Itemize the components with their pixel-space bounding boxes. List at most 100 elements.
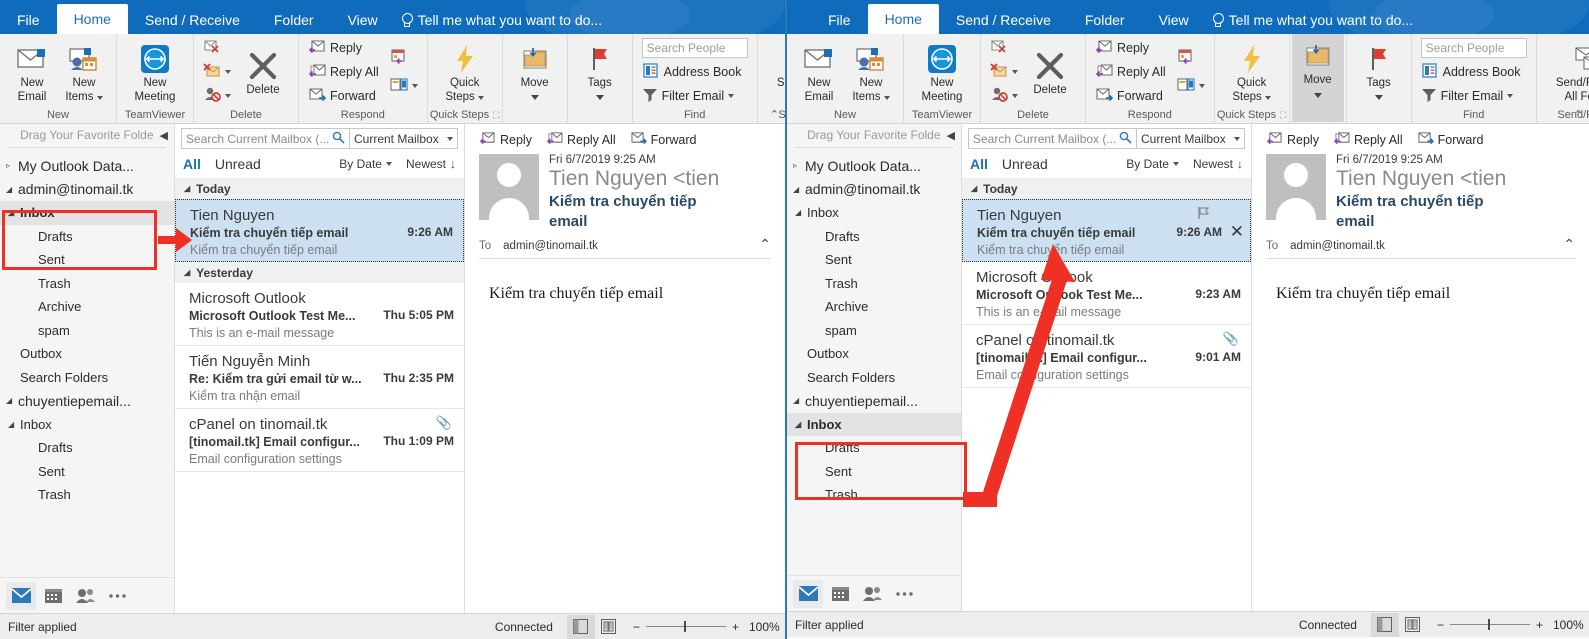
expand-triangle-closed-icon[interactable]: ▹	[6, 161, 18, 170]
more-respond-caret-icon[interactable]	[1198, 84, 1205, 88]
folder-item-my-outlook-data[interactable]: ▹ My Outlook Data...	[787, 154, 961, 178]
zoom-out-button[interactable]: −	[1437, 618, 1444, 632]
zoom-track[interactable]	[645, 621, 726, 632]
message-list-item[interactable]: Tiến Nguyễn Minh Re: Kiểm tra gửi email t…	[175, 346, 464, 409]
forward-button[interactable]: Forward	[308, 85, 379, 106]
folder-item-chuyentiepemail[interactable]: ◢ chuyentiepemail...	[787, 389, 961, 413]
folder-item-sent[interactable]: Sent	[787, 460, 961, 484]
folder-tree-right[interactable]: ▹ My Outlook Data... ◢ admin@tinomail.tk ◢ In…	[787, 154, 961, 575]
folder-item-spam[interactable]: spam	[787, 319, 961, 343]
tab-send-receive[interactable]: Send / Receive	[128, 6, 257, 34]
date-group-header[interactable]: ◢ Today	[175, 178, 464, 199]
calendar-icon[interactable]	[825, 580, 855, 608]
address-book-button[interactable]: Address Book	[642, 61, 748, 82]
filter-all-tab[interactable]: All	[970, 156, 988, 172]
folder-item-sent[interactable]: Sent	[0, 248, 174, 272]
folder-item-drafts[interactable]: Drafts	[787, 436, 961, 460]
junk-caret-icon[interactable]	[1012, 93, 1018, 98]
chevron-up-icon[interactable]: ⌃	[1563, 236, 1575, 253]
folder-item-outbox[interactable]: Outbox	[787, 342, 961, 366]
ignore-button[interactable]	[990, 37, 1018, 58]
folder-item-trash[interactable]: Trash	[787, 272, 961, 296]
clean-up-caret-icon[interactable]	[1012, 69, 1018, 74]
folder-item-chuyentiepemail[interactable]: ◢ chuyentiepemail...	[0, 389, 174, 413]
filter-email-caret-icon[interactable]	[1507, 93, 1514, 98]
expand-triangle-open-icon[interactable]: ◢	[8, 208, 20, 217]
clean-up-button[interactable]	[990, 61, 1018, 82]
message-list-item[interactable]: cPanel on tinomail.tk [tinomail.tk] Email…	[175, 409, 464, 472]
new-items-button[interactable]: New Items	[845, 40, 897, 104]
dialog-launcher-icon[interactable]: ⛶	[493, 110, 499, 120]
search-scope-dropdown[interactable]: Current Mailbox	[1137, 128, 1245, 149]
quick-steps-button[interactable]: Quick Steps	[1221, 40, 1283, 104]
folder-item-sent[interactable]: Sent	[787, 248, 961, 272]
filter-unread-tab[interactable]: Unread	[1002, 156, 1048, 172]
expand-triangle-open-icon[interactable]: ◢	[795, 420, 807, 429]
tab-folder[interactable]: Folder	[257, 6, 331, 34]
meeting-reply-button[interactable]	[390, 47, 418, 68]
zoom-out-button[interactable]: −	[633, 620, 640, 634]
message-list-item[interactable]: cPanel on tinomail.tk [tinomail.tk] Email…	[962, 325, 1251, 388]
dialog-launcher-icon[interactable]: ⛶	[1280, 110, 1286, 120]
tab-home[interactable]: Home	[56, 4, 128, 34]
ribbon-collapse-icon[interactable]: ⌃	[770, 108, 779, 121]
sort-order-toggle[interactable]: Newest ↓	[1193, 157, 1243, 171]
filter-all-tab[interactable]: All	[183, 156, 201, 172]
new-email-button[interactable]: New Email	[6, 40, 58, 104]
expand-triangle-closed-icon[interactable]: ▹	[793, 161, 805, 170]
folder-tree-left[interactable]: ▹ My Outlook Data... ◢ admin@tinomail.tk ◢ In…	[0, 154, 174, 577]
zoom-slider[interactable]: − +	[1427, 618, 1553, 632]
folder-item-spam[interactable]: spam	[0, 319, 174, 343]
junk-caret-icon[interactable]	[225, 93, 231, 98]
message-list-item[interactable]: Tien Nguyen Kiểm tra chuyển tiếp email Kiể…	[962, 199, 1251, 262]
tell-me-search[interactable]: Tell me what you want to do...	[1206, 6, 1413, 34]
message-items-left[interactable]: ◢ Today Tien Nguyen Kiểm tra chuyển tiếp em…	[175, 178, 464, 472]
expand-triangle-open-icon[interactable]: ◢	[6, 185, 18, 194]
search-input[interactable]: Search Current Mailbox (...	[181, 128, 350, 149]
delete-button[interactable]: Delete	[234, 47, 292, 97]
expand-triangle-open-icon[interactable]: ◢	[793, 185, 805, 194]
tab-file[interactable]: File	[811, 6, 868, 34]
tab-send-receive[interactable]: Send / Receive	[939, 6, 1068, 34]
folder-item-search-folders[interactable]: Search Folders	[0, 366, 174, 390]
more-respond-caret-icon[interactable]	[411, 84, 418, 88]
zoom-track[interactable]	[1449, 619, 1530, 630]
more-ellipsis-icon[interactable]	[889, 580, 919, 608]
tell-me-search[interactable]: Tell me what you want to do...	[395, 6, 602, 34]
expand-triangle-open-icon[interactable]: ◢	[795, 208, 807, 217]
quick-steps-button[interactable]: Quick Steps	[434, 40, 496, 104]
more-respond-button[interactable]	[390, 76, 418, 97]
reading-forward-button[interactable]: Forward	[630, 131, 696, 148]
junk-button[interactable]	[990, 85, 1018, 106]
message-list-item[interactable]: Tien Nguyen Kiểm tra chuyển tiếp email Kiể…	[175, 199, 464, 262]
forward-button[interactable]: Forward	[1095, 85, 1166, 106]
folder-item-inbox[interactable]: ◢ Inbox	[0, 201, 174, 225]
normal-view-icon[interactable]	[566, 614, 595, 639]
sort-order-toggle[interactable]: Newest ↓	[406, 157, 456, 171]
folder-item-trash[interactable]: Trash	[0, 272, 174, 296]
message-list-item[interactable]: Microsoft Outlook Microsoft Outlook Test …	[962, 262, 1251, 325]
tags-button[interactable]: Tags	[574, 40, 626, 104]
search-scope-dropdown[interactable]: Current Mailbox	[350, 128, 458, 149]
folder-item-inbox[interactable]: ◢ Inbox	[787, 201, 961, 225]
search-magnifier-icon[interactable]	[1119, 131, 1132, 147]
zoom-level[interactable]: 100%	[1553, 618, 1589, 632]
message-items-right[interactable]: ◢ Today Tien Nguyen Kiểm tra chuyển tiếp em…	[962, 178, 1251, 388]
folder-item-inbox[interactable]: ◢ Inbox	[0, 413, 174, 437]
search-people-row[interactable]: Search People	[641, 37, 748, 58]
date-group-header[interactable]: ◢ Yesterday	[175, 262, 464, 283]
folder-item-drafts[interactable]: Drafts	[787, 225, 961, 249]
filter-email-button[interactable]: Filter Email	[1421, 85, 1527, 106]
search-magnifier-icon[interactable]	[332, 131, 345, 147]
tab-folder[interactable]: Folder	[1068, 6, 1142, 34]
tab-home[interactable]: Home	[867, 4, 939, 34]
message-list-item[interactable]: Microsoft Outlook Microsoft Outlook Test …	[175, 283, 464, 346]
folder-item-outbox[interactable]: Outbox	[0, 342, 174, 366]
folder-item-my-outlook-data[interactable]: ▹ My Outlook Data...	[0, 154, 174, 178]
chevron-up-icon[interactable]: ⌃	[759, 236, 771, 253]
flag-icon[interactable]	[1197, 206, 1210, 225]
folder-item-trash[interactable]: Trash	[0, 483, 174, 507]
new-meeting-button[interactable]: New Meeting	[123, 40, 187, 104]
people-icon[interactable]	[857, 580, 887, 608]
more-respond-button[interactable]	[1177, 76, 1205, 97]
